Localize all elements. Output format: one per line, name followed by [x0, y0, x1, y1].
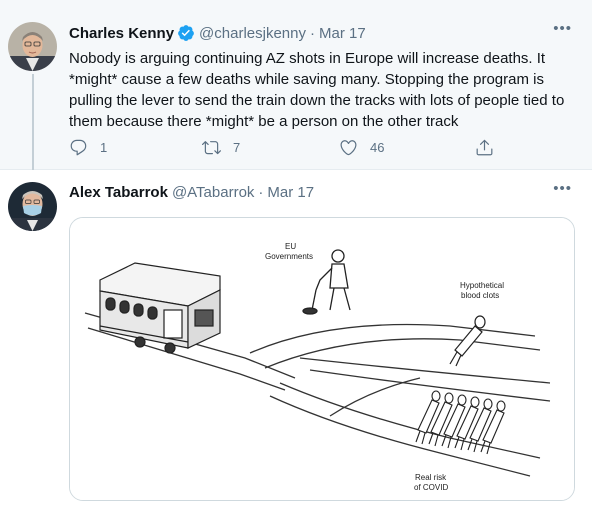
label-eu-governments: Governments	[265, 252, 313, 261]
reply-button[interactable]: 1	[69, 138, 107, 157]
more-icon[interactable]: •••	[553, 20, 572, 37]
author-name[interactable]: Alex Tabarrok	[69, 184, 168, 201]
verified-icon	[177, 24, 195, 42]
more-icon[interactable]: •••	[553, 180, 572, 197]
tweet-header: Alex Tabarrok @ATabarrok · Mar 17	[69, 184, 314, 201]
retweet-button[interactable]: 7	[202, 138, 240, 157]
like-button[interactable]: 46	[339, 138, 384, 157]
share-icon	[476, 139, 493, 156]
avatar[interactable]	[8, 22, 57, 71]
label-of-covid: of COVID	[414, 483, 448, 492]
retweet-count: 7	[233, 140, 241, 155]
label-real-risk: Real risk	[415, 473, 447, 482]
author-handle[interactable]: @charlesjkenny	[199, 25, 306, 42]
reply-icon	[70, 139, 87, 156]
like-icon	[340, 140, 357, 156]
thread-connector	[32, 74, 34, 170]
tweet-date[interactable]: Mar 17	[267, 184, 314, 201]
tweet-header: Charles Kenny @charlesjkenny · Mar 17	[69, 24, 366, 42]
tweet-image[interactable]: EU Governments Hypothetical blood clots	[69, 217, 575, 501]
label-blood-clots: blood clots	[461, 291, 499, 300]
quoted-tweet[interactable]: Alex Tabarrok @ATabarrok · Mar 17 ••• EU…	[0, 170, 592, 516]
separator: ·	[258, 184, 264, 201]
label-eu: EU	[285, 242, 296, 251]
retweet-icon	[202, 141, 221, 155]
tweet-date[interactable]: Mar 17	[319, 25, 366, 42]
label-hypothetical: Hypothetical	[460, 281, 504, 290]
author-name[interactable]: Charles Kenny	[69, 25, 174, 42]
share-button[interactable]	[475, 138, 494, 157]
reply-count: 1	[100, 140, 108, 155]
trolley-problem-illustration: EU Governments Hypothetical blood clots	[70, 218, 574, 500]
separator: ·	[310, 24, 315, 42]
parent-tweet[interactable]: Charles Kenny @charlesjkenny · Mar 17 ••…	[0, 0, 592, 170]
tweet-text: Nobody is arguing continuing AZ shots in…	[69, 50, 565, 130]
author-handle[interactable]: @ATabarrok	[172, 184, 254, 201]
like-count: 46	[370, 140, 385, 155]
tweet-actions: 1 7 46	[69, 138, 499, 160]
avatar[interactable]	[8, 182, 57, 231]
